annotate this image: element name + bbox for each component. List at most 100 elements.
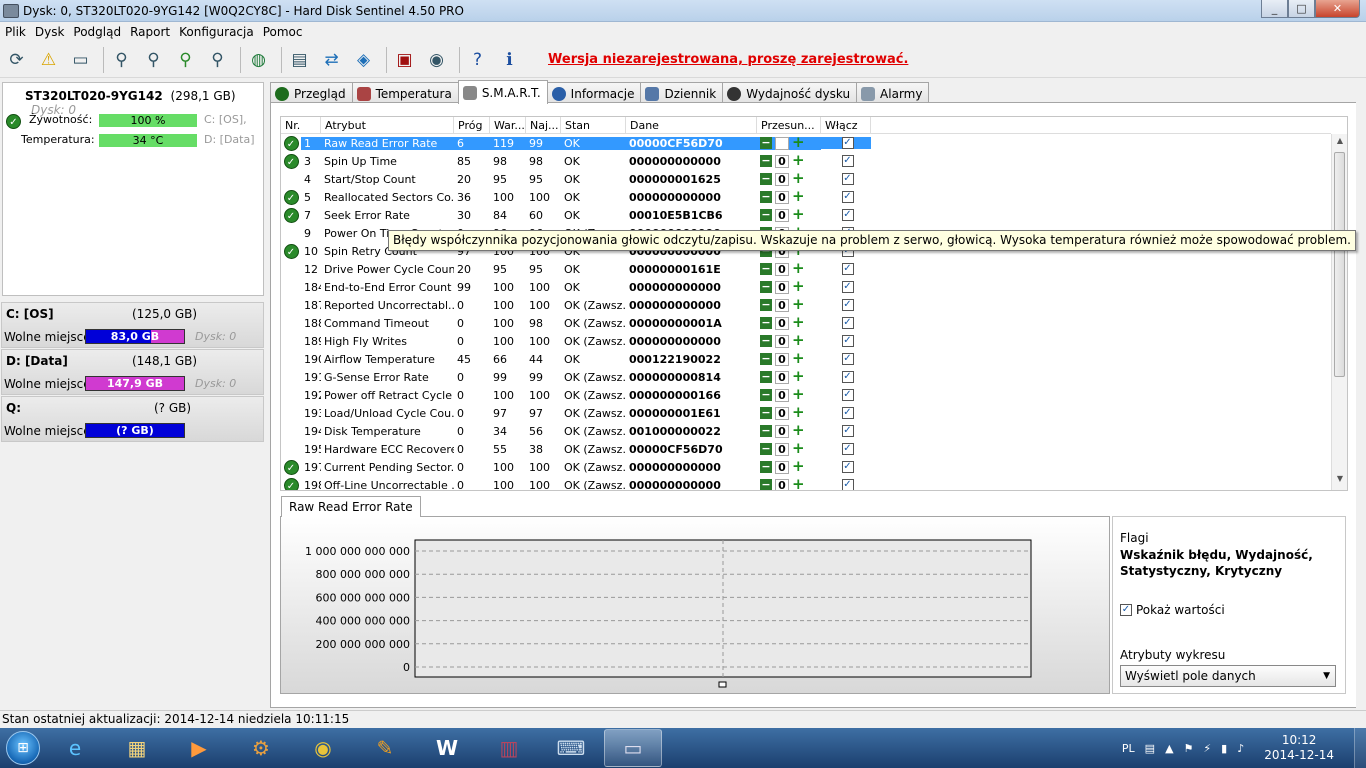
col-atrybut[interactable]: Atrybut	[321, 117, 454, 134]
offset-value[interactable]: 0	[775, 352, 789, 366]
refresh-icon[interactable]: ⟳	[3, 46, 30, 73]
increase-button[interactable]: +	[792, 461, 805, 474]
increase-button[interactable]: +	[792, 443, 805, 456]
decrease-button[interactable]: −	[760, 191, 772, 203]
chart-attr-select[interactable]: Wyświetl pole danych ▼	[1120, 665, 1336, 687]
table-row[interactable]: ✓198Off-Line Uncorrectable ...0100100OK …	[281, 476, 1331, 491]
registration-notice[interactable]: Wersja niezarejestrowana, proszę zarejes…	[548, 52, 908, 67]
table-row[interactable]: 187Reported Uncorrectabl...0100100OK (Za…	[281, 296, 1331, 314]
internet-explorer-icon[interactable]: e	[46, 729, 104, 767]
increase-button[interactable]: +	[792, 353, 805, 366]
disk-tool-1-icon[interactable]: ⚲	[108, 46, 135, 73]
increase-button[interactable]: +	[792, 191, 805, 204]
tab-alarmy[interactable]: Alarmy	[856, 82, 930, 104]
enable-checkbox[interactable]: ✓	[841, 443, 854, 455]
offset-value[interactable]: 0	[775, 388, 789, 402]
scroll-thumb[interactable]	[1334, 152, 1345, 377]
increase-button[interactable]: +	[792, 317, 805, 330]
increase-button[interactable]: +	[792, 425, 805, 438]
tab-temperatura[interactable]: Temperatura	[351, 82, 459, 104]
table-row[interactable]: ✓ 1 Raw Read Error Rate 6 119 99 OK 00000CF56D7…	[281, 134, 1331, 152]
col-wlacz[interactable]: Włącz	[821, 117, 871, 134]
increase-button[interactable]: +	[792, 371, 805, 384]
offset-value[interactable]: 0	[775, 316, 789, 330]
hdsentinel-icon[interactable]: ▭	[604, 729, 662, 767]
enable-checkbox[interactable]: ✓	[841, 173, 854, 185]
offset-value[interactable]: 0	[775, 298, 789, 312]
tab-przeglad[interactable]: Przegląd	[270, 82, 353, 104]
scroll-down-icon[interactable]: ▼	[1332, 474, 1347, 488]
network-icon[interactable]: ▮	[1221, 742, 1227, 755]
keyboard-tray-icon[interactable]: ▤	[1145, 742, 1155, 755]
decrease-button[interactable]: −	[760, 335, 772, 347]
volume-icon[interactable]: ♪	[1237, 742, 1244, 755]
enable-checkbox[interactable]: ✓	[841, 299, 854, 311]
decrease-button[interactable]: −	[760, 209, 772, 221]
chart-tab[interactable]: Raw Read Error Rate	[281, 496, 421, 517]
enable-checkbox[interactable]: ✓	[841, 263, 854, 275]
network-icon[interactable]: ◈	[350, 46, 377, 73]
word-icon[interactable]: W	[418, 729, 476, 767]
enable-checkbox[interactable]: ✓	[841, 461, 854, 473]
offset-value[interactable]: 0	[775, 478, 789, 490]
table-row[interactable]: 188Command Timeout010098OK (Zawsz...0000…	[281, 314, 1331, 332]
tab-smart[interactable]: S.M.A.R.T.	[457, 80, 548, 104]
offset-value[interactable]: 0	[775, 442, 789, 456]
offset-value[interactable]: 0	[775, 208, 789, 222]
alert-icon[interactable]: ⚠	[35, 46, 62, 73]
menu-dysk[interactable]: Dysk	[35, 25, 65, 39]
offset-value[interactable]: 0	[775, 460, 789, 474]
col-najgorsza[interactable]: Naj...	[526, 117, 561, 134]
col-prog[interactable]: Próg	[454, 117, 490, 134]
enable-checkbox[interactable]: ✓	[841, 191, 854, 203]
tab-informacje[interactable]: Informacje	[546, 82, 642, 104]
enable-checkbox[interactable]: ✓	[841, 137, 854, 149]
clock[interactable]: 10:12 2014-12-14	[1264, 733, 1334, 763]
offset-value[interactable]: 0	[775, 370, 789, 384]
increase-button[interactable]: +	[792, 173, 805, 186]
explorer-icon[interactable]: ▦	[108, 729, 166, 767]
disk-tool-4-icon[interactable]: ⚲	[204, 46, 231, 73]
installer-icon[interactable]: ⚙	[232, 729, 290, 767]
table-row[interactable]: 193Load/Unload Cycle Cou...09797OK (Zaws…	[281, 404, 1331, 422]
col-dane[interactable]: Dane	[626, 117, 757, 134]
title-bar[interactable]: Dysk: 0, ST320LT020-9YG142 [W0Q2CY8C] - …	[0, 0, 1366, 22]
menu-raport[interactable]: Raport	[130, 25, 170, 39]
table-row[interactable]: ✓197Current Pending Sector...0100100OK (…	[281, 458, 1331, 476]
sync-icon[interactable]: ⇄	[318, 46, 345, 73]
enable-checkbox[interactable]: ✓	[841, 335, 854, 347]
increase-button[interactable]: +	[792, 479, 805, 491]
col-stan[interactable]: Stan	[561, 117, 626, 134]
disk-tool-2-icon[interactable]: ⚲	[140, 46, 167, 73]
flag-icon[interactable]: ⚑	[1184, 742, 1194, 755]
report-icon[interactable]: ▣	[391, 46, 418, 73]
table-row[interactable]: 195Hardware ECC Recovered05538OK (Zawsz.…	[281, 440, 1331, 458]
close-button[interactable]: ✕	[1315, 0, 1360, 18]
increase-button[interactable]: +	[792, 155, 805, 168]
enable-checkbox[interactable]: ✓	[841, 407, 854, 419]
partition-c[interactable]: C: [OS] (125,0 GB) Wolne miejsce 83,0 GB…	[1, 302, 264, 348]
offset-value[interactable]: 0	[775, 334, 789, 348]
media-player-icon[interactable]: ▶	[170, 729, 228, 767]
speaker-icon[interactable]: ◉	[423, 46, 450, 73]
document-icon[interactable]: ▤	[286, 46, 313, 73]
decrease-button[interactable]: −	[760, 281, 772, 293]
menu-pomoc[interactable]: Pomoc	[263, 25, 303, 39]
enable-checkbox[interactable]: ✓	[841, 371, 854, 383]
decrease-button[interactable]: −	[760, 479, 772, 490]
decrease-button[interactable]: −	[760, 155, 772, 167]
help-icon[interactable]: ?	[464, 46, 491, 73]
offset-value[interactable]: 0	[775, 424, 789, 438]
tab-wydajnosc[interactable]: Wydajność dysku	[722, 82, 858, 104]
globe-icon[interactable]: ◍	[245, 46, 272, 73]
table-row[interactable]: 192Power off Retract Cycle ...0100100OK …	[281, 386, 1331, 404]
show-values-checkbox[interactable]: ✓ Pokaż wartości	[1120, 603, 1225, 617]
show-hidden-icon[interactable]: ▲	[1165, 742, 1173, 755]
chrome-icon[interactable]: ◉	[294, 729, 352, 767]
tool-icon[interactable]: ✎	[356, 729, 414, 767]
partition-d[interactable]: D: [Data] (148,1 GB) Wolne miejsce 147,9…	[1, 349, 264, 395]
enable-checkbox[interactable]: ✓	[841, 353, 854, 365]
power-icon[interactable]: ⚡	[1203, 742, 1211, 755]
decrease-button[interactable]: −	[760, 443, 772, 455]
offset-value[interactable]: 0	[775, 136, 789, 150]
